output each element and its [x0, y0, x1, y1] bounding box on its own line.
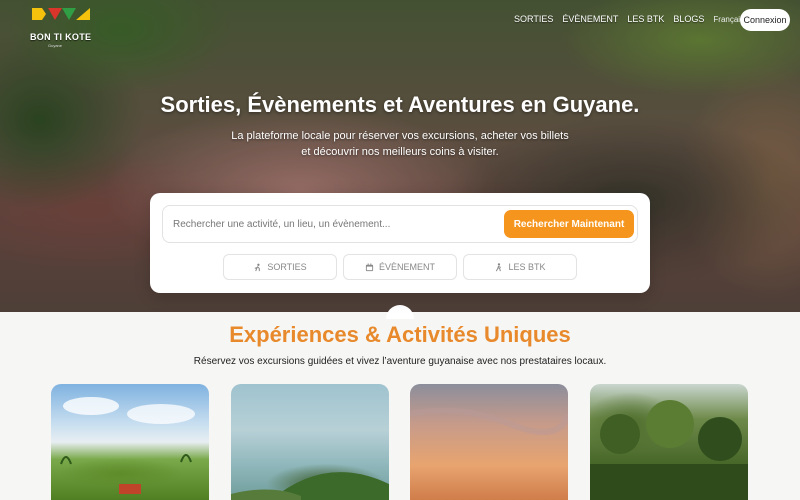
calendar-icon — [365, 262, 374, 271]
category-button-sorties[interactable]: SORTIES — [223, 254, 337, 280]
category-label: SORTIES — [267, 262, 307, 272]
nav-link-evenement[interactable]: ÉVÈNEMENT — [562, 14, 618, 24]
nav-link-blogs[interactable]: BLOGS — [673, 14, 704, 24]
category-button-evenement[interactable]: ÉVÈNEMENT — [343, 254, 457, 280]
logo-text: BON TI KOTE — [30, 32, 92, 42]
site-logo[interactable]: BON TI KOTE Guyane — [30, 6, 92, 48]
activity-image-sunset — [410, 407, 568, 435]
walking-person-icon — [496, 262, 502, 271]
activity-card-1[interactable] — [51, 384, 209, 500]
nav-link-les-btk[interactable]: LES BTK — [627, 14, 664, 24]
activity-card-3[interactable] — [410, 384, 568, 500]
activity-image-coast — [231, 472, 389, 500]
search-bar: Rechercher Maintenant — [162, 205, 638, 243]
category-button-les-btk[interactable]: LES BTK — [463, 254, 577, 280]
category-filters: SORTIES ÉVÈNEMENT LES BTK — [223, 254, 583, 280]
category-label: ÉVÈNEMENT — [378, 262, 435, 272]
category-label: LES BTK — [508, 262, 546, 272]
hero-subtitle: La plateforme locale pour réserver vos e… — [0, 128, 800, 160]
search-input[interactable] — [173, 206, 493, 242]
top-nav: SORTIES ÉVÈNEMENT LES BTK BLOGS Français — [514, 14, 750, 24]
hiking-icon — [254, 263, 261, 271]
logo-shapes-icon — [32, 8, 90, 20]
activity-card-4[interactable] — [590, 384, 748, 500]
search-button[interactable]: Rechercher Maintenant — [504, 210, 634, 238]
hero-title: Sorties, Évènements et Aventures en Guya… — [160, 92, 640, 117]
search-card: Rechercher Maintenant SORTIES ÉVÈNEMENT … — [150, 193, 650, 293]
login-button[interactable]: Connexion — [740, 9, 790, 31]
logo-subtext: Guyane — [48, 43, 63, 48]
section-title: Expériences & Activités Uniques — [229, 322, 571, 347]
activity-image-forest — [590, 400, 748, 500]
hero-subtitle-line-2: et découvrir nos meilleurs coins à visit… — [301, 146, 499, 158]
activity-image-village — [60, 397, 195, 494]
nav-link-sorties[interactable]: SORTIES — [514, 14, 553, 24]
activity-card-2[interactable] — [231, 384, 389, 500]
section-subtitle: Réservez vos excursions guidées et vivez… — [193, 356, 607, 367]
hero-subtitle-line-1: La plateforme locale pour réserver vos e… — [231, 130, 569, 142]
